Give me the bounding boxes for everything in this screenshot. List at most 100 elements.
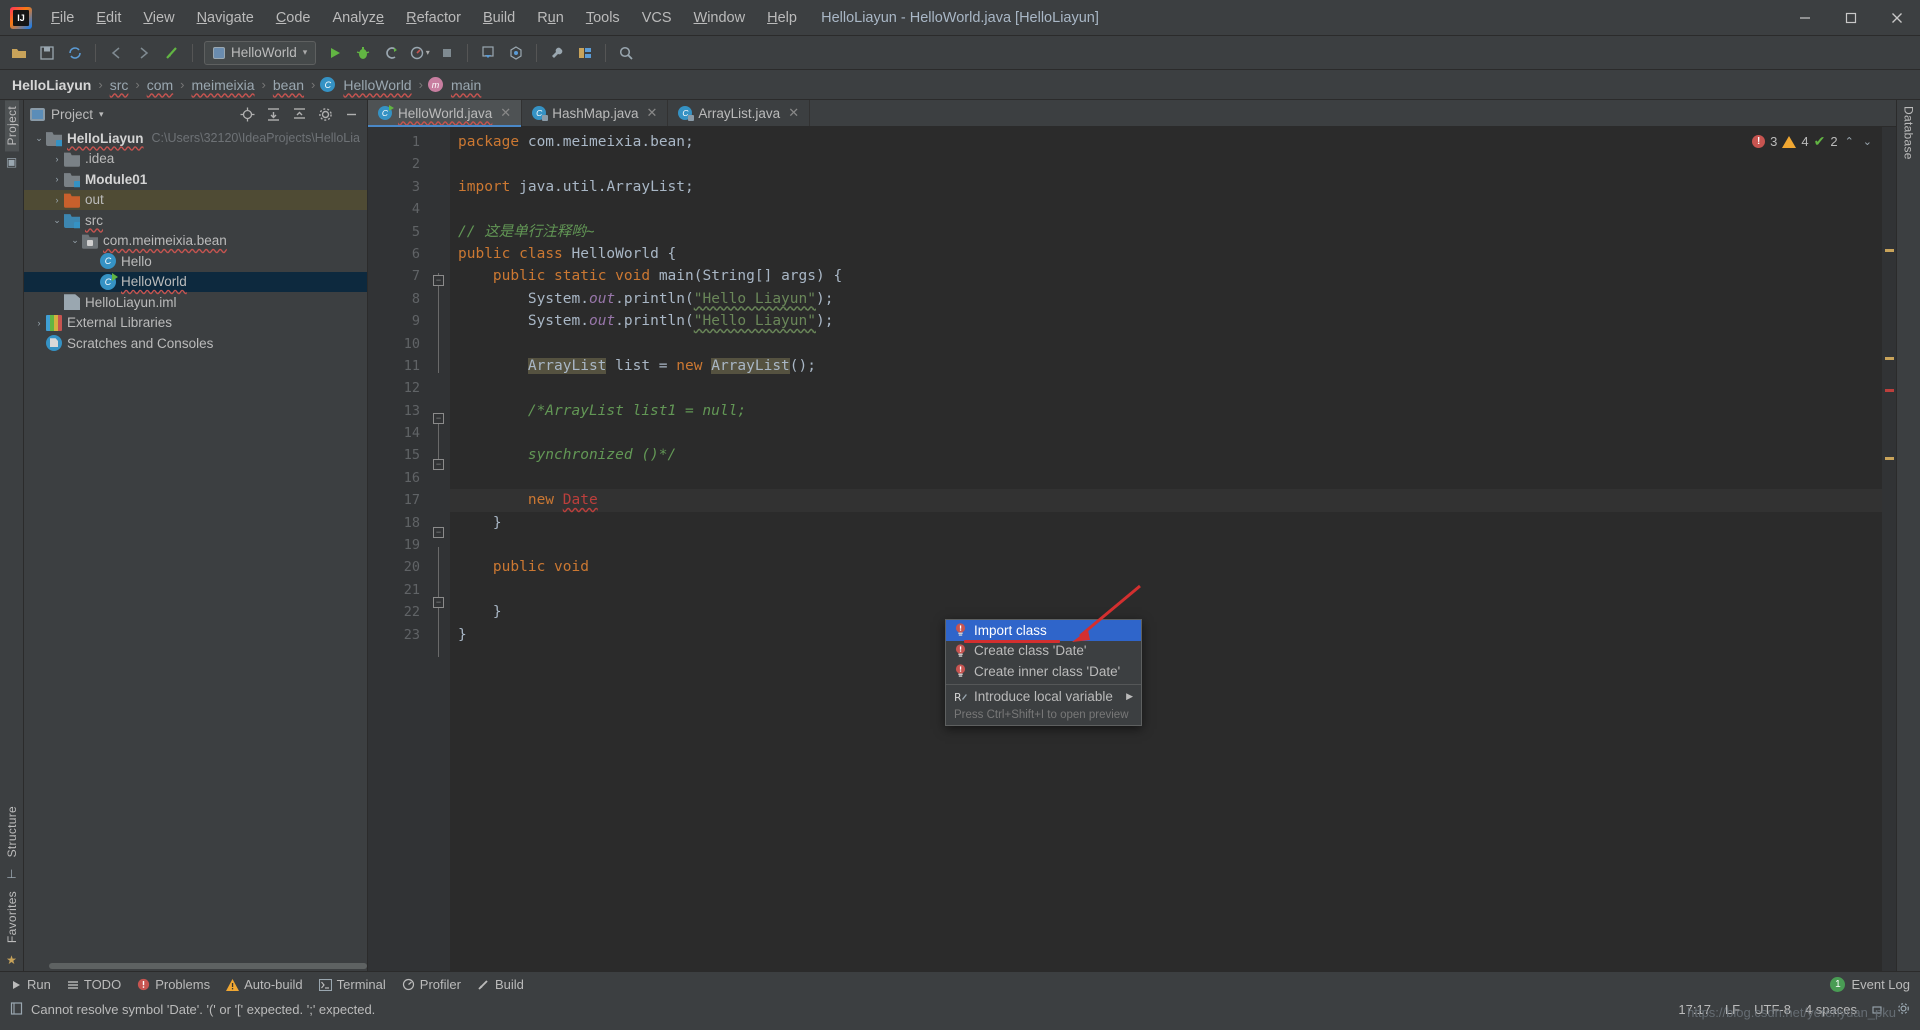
code-line-13[interactable]: /*ArrayList list1 = null; — [450, 400, 1882, 422]
line-number-18[interactable]: 18 — [368, 512, 428, 534]
menu-code[interactable]: Code — [265, 6, 322, 30]
sync-icon[interactable] — [62, 40, 88, 66]
rail-favorites-button[interactable]: Favorites — [5, 885, 19, 949]
minimize-button[interactable] — [1782, 0, 1828, 36]
marker-warning-3[interactable] — [1885, 457, 1894, 460]
bottom-build[interactable]: Build — [477, 977, 524, 992]
tree-node-src[interactable]: ⌄ src — [24, 210, 367, 231]
line-number-12[interactable]: 12 — [368, 377, 428, 399]
tree-node-helloliayun-iml[interactable]: HelloLiayun.iml — [24, 292, 367, 313]
tree-node-com-meimeixia-bean[interactable]: ⌄ com.meimeixia.bean — [24, 231, 367, 252]
build-project-icon[interactable] — [159, 40, 185, 66]
code-text[interactable]: package com.meimeixia.bean; import java.… — [450, 127, 1882, 971]
code-line-23[interactable]: } — [450, 624, 1882, 646]
gear-icon[interactable] — [315, 104, 335, 124]
file-encoding[interactable]: UTF-8 — [1754, 1002, 1791, 1017]
tree-node-module01[interactable]: › Module01 — [24, 169, 367, 190]
menu-view[interactable]: View — [132, 6, 185, 30]
fold-marker-block[interactable]: − — [433, 527, 444, 538]
code-line-3[interactable]: import java.util.ArrayList; — [450, 176, 1882, 198]
line-number-16[interactable]: 16 — [368, 467, 428, 489]
code-line-21[interactable] — [450, 579, 1882, 601]
tree-node-hello[interactable]: C Hello — [24, 251, 367, 272]
breadcrumb-item-meimeixia[interactable]: meimeixia — [190, 77, 257, 93]
indent-setting[interactable]: 4 spaces — [1805, 1002, 1857, 1017]
code-line-15[interactable]: synchronized ()*/ — [450, 444, 1882, 466]
line-number-22[interactable]: 22 — [368, 601, 428, 623]
code-line-7[interactable]: public static void main(String[] args) { — [450, 265, 1882, 287]
line-number-2[interactable]: 2 — [368, 153, 428, 175]
tree-node-helloworld[interactable]: C HelloWorld — [24, 271, 367, 292]
project-horizontal-scrollbar[interactable] — [24, 960, 367, 971]
menu-navigate[interactable]: Navigate — [186, 6, 265, 30]
run-icon[interactable] — [322, 40, 348, 66]
menu-refactor[interactable]: Refactor — [395, 6, 472, 30]
code-line-9[interactable]: System.out.println("Hello Liayun"); — [450, 310, 1882, 332]
bottom-auto-build[interactable]: Auto-build — [226, 977, 303, 992]
project-structure-icon[interactable] — [572, 40, 598, 66]
fold-marker-comment-end[interactable]: − — [433, 459, 444, 470]
line-number-10[interactable]: 10 — [368, 333, 428, 355]
menu-edit[interactable]: Edit — [85, 6, 132, 30]
previous-problem-icon[interactable]: ⌃ — [1843, 135, 1856, 148]
hide-panel-icon[interactable] — [341, 104, 361, 124]
line-number-20[interactable]: 20 — [368, 556, 428, 578]
code-editor[interactable]: 1 2 3 4 5 6 7 8 9 10 11 12 13 14 15 16 17 18 19 20 21 22 23 − −… — [368, 127, 1896, 971]
scrollbar-thumb[interactable] — [49, 963, 367, 969]
rail-structure-button[interactable]: Structure — [5, 800, 19, 863]
breadcrumb-item-method[interactable]: main — [449, 77, 483, 93]
code-line-16[interactable] — [450, 467, 1882, 489]
bottom-terminal[interactable]: Terminal — [318, 977, 386, 992]
line-number-8[interactable]: 8 — [368, 288, 428, 310]
menu-vcs[interactable]: VCS — [631, 6, 683, 30]
line-number-23[interactable]: 23 — [368, 624, 428, 646]
menu-run[interactable]: Run — [526, 6, 575, 30]
fold-marker-method[interactable]: − — [433, 275, 444, 286]
marker-error[interactable] — [1885, 389, 1894, 392]
tree-expand-arrow[interactable]: ⌄ — [50, 215, 64, 226]
save-all-icon[interactable] — [34, 40, 60, 66]
update-project-icon[interactable] — [475, 40, 501, 66]
line-number-17[interactable]: 17 — [368, 489, 468, 511]
tree-node--idea[interactable]: › .idea — [24, 149, 367, 170]
event-log-button[interactable]: 1 Event Log — [1830, 977, 1910, 992]
code-line-17[interactable]: new Date — [450, 489, 1882, 512]
settings-gear-icon[interactable] — [1897, 1002, 1910, 1018]
tab-close-icon[interactable]: ✕ — [500, 105, 511, 121]
line-number-11[interactable]: 11 — [368, 355, 428, 377]
line-number-21[interactable]: 21 — [368, 579, 428, 601]
bottom-run[interactable]: Run — [10, 977, 51, 992]
tab-close-icon[interactable]: ✕ — [647, 105, 658, 121]
code-line-4[interactable] — [450, 198, 1882, 220]
editor-marker-bar[interactable] — [1882, 127, 1896, 971]
code-line-12[interactable] — [450, 377, 1882, 399]
breadcrumb-item-bean[interactable]: bean — [271, 77, 306, 93]
inspection-widget[interactable]: ! 3 4 ✔ 2 ⌃ ⌄ — [1752, 133, 1874, 150]
bottom-problems[interactable]: Problems — [137, 977, 210, 992]
line-number-7[interactable]: 7 — [368, 265, 444, 287]
rail-database-button[interactable]: Database — [1902, 100, 1916, 166]
line-number-19[interactable]: 19 — [368, 534, 428, 556]
navigate-back-icon[interactable] — [103, 40, 129, 66]
menu-file[interactable]: FFileile — [40, 6, 85, 30]
line-number-1[interactable]: 1 — [368, 131, 428, 153]
menu-window[interactable]: Window — [683, 6, 757, 30]
fold-marker-comment[interactable]: − — [433, 413, 444, 424]
code-line-20[interactable]: public void — [450, 556, 1882, 578]
line-number-15[interactable]: 15 — [368, 444, 428, 466]
next-problem-icon[interactable]: ⌄ — [1861, 135, 1874, 148]
tab-hashmap-java[interactable]: C HashMap.java ✕ — [522, 100, 669, 126]
maximize-button[interactable] — [1828, 0, 1874, 36]
tree-node-scratches-and-consoles[interactable]: Scratches and Consoles — [24, 333, 367, 354]
settings-wrench-icon[interactable] — [544, 40, 570, 66]
debug-icon[interactable] — [350, 40, 376, 66]
stop-icon[interactable] — [434, 40, 460, 66]
tree-node-helloliayun[interactable]: ⌄ HelloLiayun C:\Users\32120\IdeaProjects\… — [24, 128, 367, 149]
marker-warning[interactable] — [1885, 249, 1894, 252]
line-number-9[interactable]: 9 — [368, 310, 428, 332]
code-line-22[interactable]: } — [450, 601, 1882, 623]
fold-marker-block-2[interactable]: − — [433, 597, 444, 608]
line-number-3[interactable]: 3 — [368, 176, 428, 198]
line-separator[interactable]: LF — [1725, 1002, 1740, 1017]
open-project-icon[interactable] — [6, 40, 32, 66]
